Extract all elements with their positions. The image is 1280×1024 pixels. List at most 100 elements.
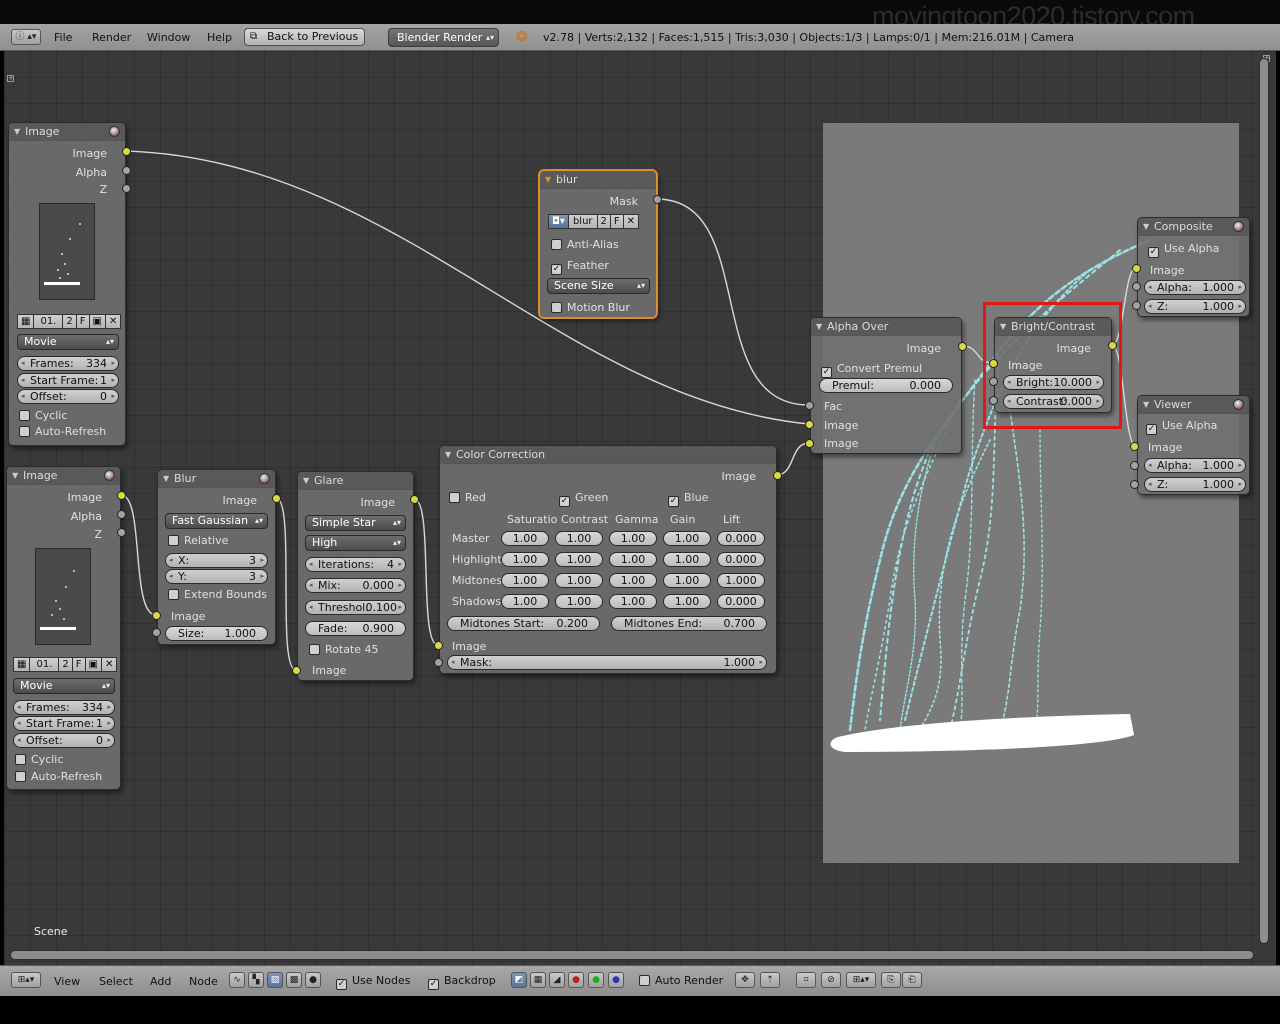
image-node-1-header[interactable]: ▼ Image bbox=[9, 123, 125, 141]
cc-value-field[interactable]: 1.00 bbox=[663, 573, 711, 588]
cc-output-socket[interactable] bbox=[772, 470, 782, 480]
collapse-triangle-icon[interactable]: ▼ bbox=[14, 123, 20, 140]
auto-render-checkbox[interactable]: Auto Render bbox=[639, 974, 723, 987]
cc-value-field[interactable]: 1.00 bbox=[501, 594, 549, 609]
cc-green-checkbox[interactable]: ✓ Green bbox=[559, 491, 608, 507]
glare-quality-select[interactable]: High ▴▾ bbox=[305, 535, 406, 551]
preview-sphere-icon[interactable] bbox=[1233, 221, 1244, 232]
image-name-field[interactable]: 01. bbox=[33, 314, 64, 329]
blur-node[interactable]: ▼ Blur Image Fast Gaussian ▴▾ Relative ◂ X:… bbox=[157, 469, 276, 645]
cc-value-field[interactable]: 0.000 bbox=[717, 531, 765, 546]
alpha-over-fac-socket[interactable] bbox=[804, 400, 814, 410]
image-node-1-z-socket[interactable] bbox=[121, 183, 131, 193]
blur-y-field[interactable]: ◂ Y: 3 ▸ bbox=[165, 569, 268, 584]
alpha-over-node[interactable]: ▼ Alpha Over Image ✓ Convert Premul Premul… bbox=[810, 317, 962, 454]
mask-unlink-icon[interactable]: ✕ bbox=[622, 214, 640, 229]
collapse-triangle-icon[interactable]: ▼ bbox=[12, 467, 18, 484]
blur-node-output-socket[interactable] bbox=[271, 493, 281, 503]
horizontal-scrollbar[interactable] bbox=[10, 950, 1254, 960]
snap-target-select[interactable]: ⊞▴▾ bbox=[846, 972, 876, 988]
image-users-count[interactable]: 2 bbox=[62, 314, 77, 329]
image-node-2-start-frame-field[interactable]: ◂ Start Frame: 1 ▸ bbox=[13, 716, 115, 731]
preview-sphere-icon[interactable] bbox=[104, 470, 115, 481]
viewer-z-socket[interactable] bbox=[1129, 479, 1139, 489]
image-unlink-icon[interactable]: ✕ bbox=[104, 314, 122, 329]
preview-sphere-icon[interactable] bbox=[259, 473, 270, 484]
cc-image-input-socket[interactable] bbox=[433, 640, 443, 650]
backdrop-diagonal-icon[interactable]: ◢ bbox=[549, 972, 565, 988]
glare-iterations-field[interactable]: ◂ Iterations: 4 ▸ bbox=[305, 557, 406, 572]
image-browse-icon[interactable]: ▦ bbox=[13, 657, 31, 672]
image-node-2-datablock[interactable]: ▦ 01. 2 F ▣ ✕ bbox=[13, 657, 118, 673]
cc-value-field[interactable]: 1.00 bbox=[609, 573, 657, 588]
glare-node-input-socket[interactable] bbox=[291, 665, 301, 675]
region-plus-icon[interactable]: + bbox=[7, 75, 14, 82]
red-channel-icon[interactable]: ● bbox=[568, 972, 584, 988]
snap-mode-icon[interactable]: ⊘ bbox=[821, 972, 841, 988]
mask-browse-icon[interactable]: ◘▾ bbox=[548, 214, 569, 229]
menu-add[interactable]: Add bbox=[150, 975, 171, 988]
cc-value-field[interactable]: 1.000 bbox=[717, 573, 765, 588]
mask-feather-checkbox[interactable]: ✓ Feather bbox=[551, 259, 609, 275]
menu-select[interactable]: Select bbox=[99, 975, 133, 988]
image-open-icon[interactable]: ▣ bbox=[88, 314, 106, 329]
blur-relative-checkbox[interactable]: Relative bbox=[168, 534, 228, 547]
collapse-triangle-icon[interactable]: ▼ bbox=[1143, 396, 1149, 413]
collapse-triangle-icon[interactable]: ▼ bbox=[445, 446, 451, 463]
mask-users-count[interactable]: 2 bbox=[596, 214, 611, 229]
copy-nodes-icon[interactable]: ⎘ bbox=[881, 972, 901, 988]
composite-header[interactable]: ▼ Composite bbox=[1138, 218, 1249, 236]
image-node-2-auto-refresh-checkbox[interactable]: Auto-Refresh bbox=[15, 770, 102, 783]
viewer-node[interactable]: ▼ Viewer ✓ Use Alpha Image ◂ Alpha: 1.000 ▸ ◂… bbox=[1137, 395, 1250, 495]
viewer-use-alpha-checkbox[interactable]: ✓ Use Alpha bbox=[1146, 419, 1217, 435]
cc-value-field[interactable]: 1.00 bbox=[663, 594, 711, 609]
glare-node[interactable]: ▼ Glare Image Simple Star ▴▾ High ▴▾ ◂ Itera… bbox=[297, 471, 414, 681]
image-node-1[interactable]: ▼ Image Image Alpha Z ▦ 01. 2 F ▣ ✕ Movie ▴▾ ◂ F… bbox=[8, 122, 126, 446]
menu-node[interactable]: Node bbox=[189, 975, 218, 988]
image-node-2[interactable]: ▼ Image Image Alpha Z ▦ 01. 2 F ▣ ✕ Movie ▴▾ ◂ F… bbox=[6, 466, 121, 790]
cc-midtones-end-field[interactable]: Midtones End: 0.700 bbox=[611, 616, 767, 631]
cc-mask-field[interactable]: ◂ Mask: 1.000 ▸ bbox=[447, 655, 767, 670]
image-node-2-z-socket[interactable] bbox=[116, 527, 126, 537]
glare-node-output-socket[interactable] bbox=[409, 494, 419, 504]
cc-value-field[interactable]: 1.00 bbox=[609, 552, 657, 567]
paste-nodes-icon[interactable]: ⎗ bbox=[902, 972, 922, 988]
image-open-icon[interactable]: ▣ bbox=[84, 657, 102, 672]
alpha-over-premul-field[interactable]: Premul: 0.000 bbox=[819, 378, 953, 393]
viewer-alpha-socket[interactable] bbox=[1129, 460, 1139, 470]
glare-type-select[interactable]: Simple Star ▴▾ bbox=[305, 515, 406, 531]
image-node-2-source-select[interactable]: Movie ▴▾ bbox=[13, 678, 115, 694]
composite-image-socket[interactable] bbox=[1131, 263, 1141, 273]
backdrop-checkbox[interactable]: ✓ Backdrop bbox=[428, 974, 496, 990]
collapse-triangle-icon[interactable]: ▼ bbox=[303, 472, 309, 489]
mask-motion-blur-checkbox[interactable]: Motion Blur bbox=[551, 301, 630, 314]
cc-red-checkbox[interactable]: Red bbox=[449, 491, 486, 504]
cc-mask-input-socket[interactable] bbox=[433, 657, 443, 667]
mask-node-header[interactable]: ▼ blur bbox=[540, 171, 656, 189]
composite-alpha-socket[interactable] bbox=[1131, 281, 1141, 291]
mask-size-select[interactable]: Scene Size ▴▾ bbox=[547, 278, 650, 294]
cc-midtones-start-field[interactable]: Midtones Start: 0.200 bbox=[447, 616, 600, 631]
cc-value-field[interactable]: 0.000 bbox=[717, 552, 765, 567]
compositing-tree-icon[interactable]: ▨ bbox=[267, 972, 283, 988]
image-name-field[interactable]: 01. bbox=[29, 657, 60, 672]
image-node-1-cyclic-checkbox[interactable]: Cyclic bbox=[19, 409, 67, 422]
texture-checker-icon[interactable]: ▩ bbox=[286, 972, 302, 988]
alpha-over-image1-socket[interactable] bbox=[804, 419, 814, 429]
blur-node-size-input-socket[interactable] bbox=[151, 627, 161, 637]
alpha-over-image2-socket[interactable] bbox=[804, 438, 814, 448]
blur-size-field[interactable]: Size: 1.000 bbox=[165, 626, 268, 641]
blue-channel-icon[interactable]: ● bbox=[608, 972, 624, 988]
green-channel-icon[interactable]: ● bbox=[588, 972, 604, 988]
image-node-1-image-socket[interactable] bbox=[121, 146, 131, 156]
image-node-1-offset-field[interactable]: ◂ Offset: 0 ▸ bbox=[17, 389, 119, 404]
image-node-2-frames-field[interactable]: ◂ Frames: 334 ▸ bbox=[13, 700, 115, 715]
backdrop-move-icon[interactable]: ✥ bbox=[735, 972, 755, 988]
mask-fake-user-button[interactable]: F bbox=[609, 214, 624, 229]
image-node-1-start-frame-field[interactable]: ◂ Start Frame: 1 ▸ bbox=[17, 373, 119, 388]
mask-node[interactable]: ▼ blur Mask ◘▾ blur 2 F ✕ Anti-Alias ✓ Feather… bbox=[539, 170, 657, 318]
cc-value-field[interactable]: 0.000 bbox=[717, 594, 765, 609]
viewer-z-field[interactable]: ◂ Z: 1.000 ▸ bbox=[1144, 477, 1246, 492]
blur-x-field[interactable]: ◂ X: 3 ▸ bbox=[165, 553, 268, 568]
image-node-1-datablock[interactable]: ▦ 01. 2 F ▣ ✕ bbox=[17, 314, 122, 330]
